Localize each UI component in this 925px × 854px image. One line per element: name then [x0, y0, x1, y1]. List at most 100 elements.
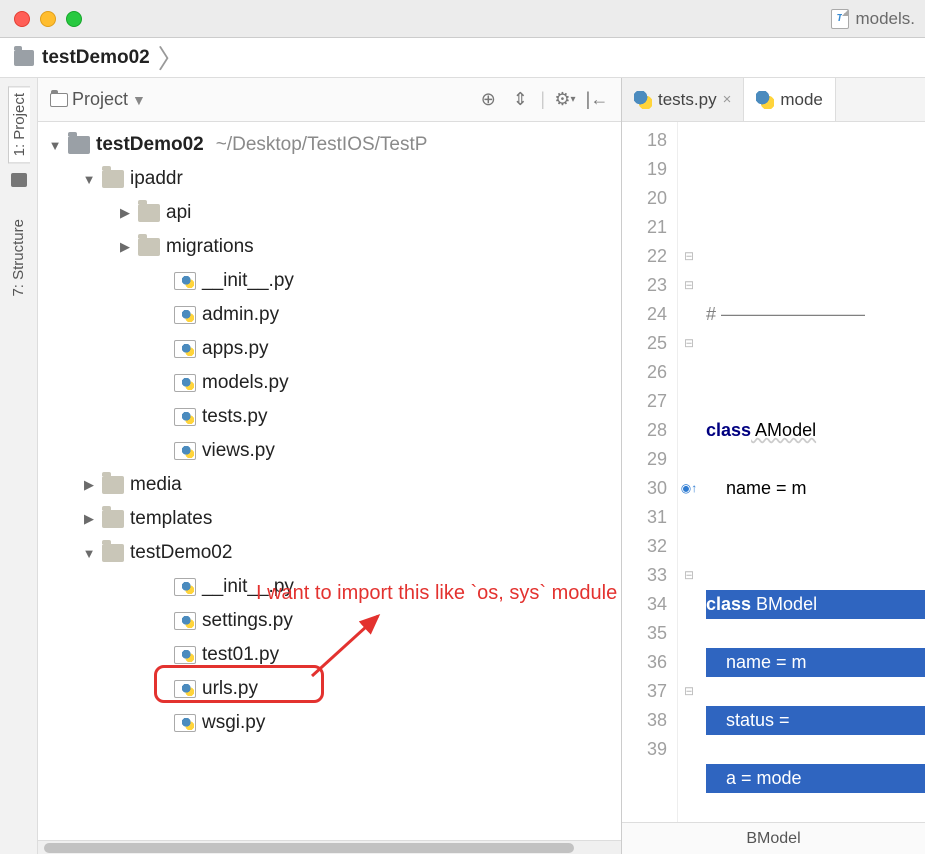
tree-label: urls.py	[202, 678, 258, 700]
tree-file-views[interactable]: views.py	[38, 434, 621, 468]
zoom-window-button[interactable]	[66, 11, 82, 27]
python-file-icon	[174, 272, 196, 290]
python-file-icon	[174, 646, 196, 664]
disclosure-triangle-icon[interactable]	[82, 511, 96, 527]
folder-icon	[102, 544, 124, 562]
tree-label: wsgi.py	[202, 712, 265, 734]
editor-breadcrumb[interactable]: BModel	[622, 822, 925, 854]
tree-label: testDemo02	[130, 542, 232, 564]
project-panel: Project ▼ ⊕ ⇕ | ⚙▾ |← testDemo02 ~/Deskt…	[38, 78, 622, 854]
folder-icon	[102, 170, 124, 188]
traffic-lights	[14, 11, 82, 27]
title-bar: models.	[0, 0, 925, 38]
disclosure-triangle-icon[interactable]	[48, 138, 62, 153]
close-window-button[interactable]	[14, 11, 30, 27]
tree-file-apps[interactable]: apps.py	[38, 332, 621, 366]
tree-label: ipaddr	[130, 168, 183, 190]
window-title: models.	[831, 9, 915, 29]
tab-label: tests.py	[658, 90, 717, 110]
tree-label: migrations	[166, 236, 254, 258]
tree-folder-templates[interactable]: templates	[38, 502, 621, 536]
editor-tab-models[interactable]: mode	[744, 78, 836, 121]
python-file-icon	[634, 91, 652, 109]
disclosure-triangle-icon[interactable]	[82, 172, 96, 187]
tree-file-settings[interactable]: settings.py	[38, 604, 621, 638]
python-file-icon	[174, 578, 196, 596]
python-file-icon	[174, 408, 196, 426]
editor-tab-tests[interactable]: tests.py ×	[622, 78, 744, 121]
python-file-icon	[174, 612, 196, 630]
tree-file-models[interactable]: models.py	[38, 366, 621, 400]
hide-panel-icon[interactable]: |←	[585, 88, 609, 112]
scrollbar-thumb[interactable]	[44, 843, 574, 853]
tree-folder-migrations[interactable]: migrations	[38, 230, 621, 264]
folder-icon	[102, 510, 124, 528]
tree-root[interactable]: testDemo02 ~/Desktop/TestIOS/TestP	[38, 128, 621, 162]
tree-label: templates	[130, 508, 212, 530]
editor-body[interactable]: 18 19 20 21 22 23 24 25 26 27 28 29 30 3…	[622, 122, 925, 822]
python-file-icon	[174, 374, 196, 392]
minimize-window-button[interactable]	[40, 11, 56, 27]
tree-label: tests.py	[202, 406, 267, 428]
gear-icon[interactable]: ⚙▾	[553, 88, 577, 112]
tree-root-label: testDemo02	[96, 134, 204, 156]
workspace: 1: Project 7: Structure Project ▼ ⊕ ⇕ | …	[0, 78, 925, 854]
folder-icon	[14, 50, 34, 66]
breadcrumb-root[interactable]: testDemo02	[42, 47, 150, 69]
python-file-icon	[174, 340, 196, 358]
project-view-selector[interactable]: Project ▼	[50, 89, 146, 110]
rail-tab-structure[interactable]: 7: Structure	[8, 213, 29, 303]
disclosure-triangle-icon[interactable]	[82, 546, 96, 561]
project-panel-header: Project ▼ ⊕ ⇕ | ⚙▾ |←	[38, 78, 621, 122]
tree-file-init2[interactable]: __init__.py	[38, 570, 621, 604]
editor-breadcrumb-label: BModel	[746, 830, 800, 848]
tree-folder-testdemo02[interactable]: testDemo02	[38, 536, 621, 570]
locate-icon[interactable]: ⊕	[476, 88, 500, 112]
folder-icon	[138, 238, 160, 256]
tree-label: models.py	[202, 372, 289, 394]
tree-label: views.py	[202, 440, 275, 462]
tree-label: admin.py	[202, 304, 279, 326]
code-content[interactable]: # ———————— class AModel name = m class B…	[700, 122, 925, 822]
tree-file-tests[interactable]: tests.py	[38, 400, 621, 434]
tool-window-rail: 1: Project 7: Structure	[0, 78, 38, 854]
tree-folder-api[interactable]: api	[38, 196, 621, 230]
tree-file-urls[interactable]: urls.py	[38, 672, 621, 706]
tree-folder-media[interactable]: media	[38, 468, 621, 502]
rail-mini-icon[interactable]	[11, 173, 27, 187]
rail-tab-structure-label: 7: Structure	[10, 219, 27, 297]
tree-file-wsgi[interactable]: wsgi.py	[38, 706, 621, 740]
python-file-icon	[174, 306, 196, 324]
tab-label: mode	[780, 90, 823, 110]
project-view-label: Project	[72, 89, 128, 110]
disclosure-triangle-icon[interactable]	[82, 477, 96, 493]
folder-icon	[102, 476, 124, 494]
breadcrumb[interactable]: testDemo02 〉	[0, 38, 925, 78]
tree-file-admin[interactable]: admin.py	[38, 298, 621, 332]
fold-gutter[interactable]: ⊟⊟ ⊟ ◉↑ ⊟⊟	[678, 122, 700, 822]
close-tab-icon[interactable]: ×	[723, 91, 732, 108]
chevron-down-icon: ▼	[132, 92, 146, 108]
line-number-gutter[interactable]: 18 19 20 21 22 23 24 25 26 27 28 29 30 3…	[622, 122, 678, 822]
folder-icon	[50, 93, 68, 107]
tree-file-init[interactable]: __init__.py	[38, 264, 621, 298]
python-file-icon	[174, 680, 196, 698]
folder-icon	[68, 136, 90, 154]
rail-tab-project[interactable]: 1: Project	[8, 86, 30, 163]
file-icon	[831, 9, 849, 29]
tree-label: test01.py	[202, 644, 279, 666]
python-file-icon	[174, 714, 196, 732]
folder-icon	[138, 204, 160, 222]
disclosure-triangle-icon[interactable]	[118, 205, 132, 221]
tree-folder-ipaddr[interactable]: ipaddr	[38, 162, 621, 196]
horizontal-scrollbar[interactable]	[38, 840, 621, 854]
python-file-icon	[174, 442, 196, 460]
chevron-right-icon: 〉	[158, 39, 184, 76]
tree-label: __init__.py	[202, 270, 294, 292]
tree-file-test01[interactable]: test01.py	[38, 638, 621, 672]
rail-tab-project-label: 1: Project	[11, 93, 28, 156]
window-title-text: models.	[855, 9, 915, 29]
disclosure-triangle-icon[interactable]	[118, 239, 132, 255]
collapse-icon[interactable]: ⇕	[508, 88, 532, 112]
project-tree[interactable]: testDemo02 ~/Desktop/TestIOS/TestP ipadd…	[38, 122, 621, 840]
